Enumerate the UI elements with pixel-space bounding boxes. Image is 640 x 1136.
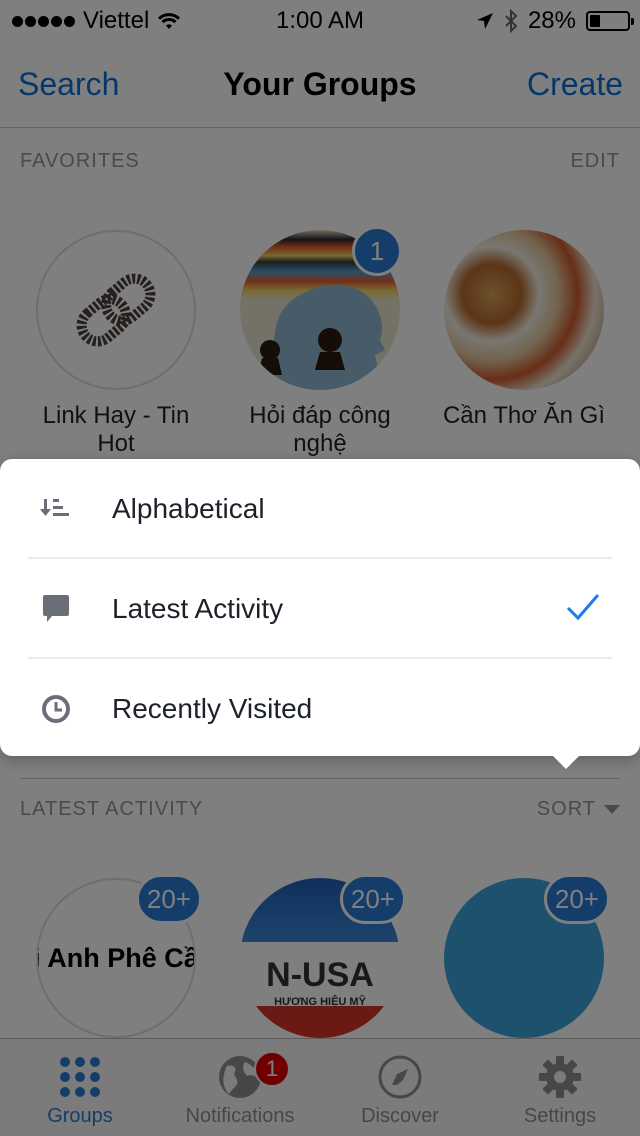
sort-option-latest-activity[interactable]: Latest Activity — [0, 559, 640, 659]
option-label: Latest Activity — [112, 593, 284, 624]
sort-option-alphabetical[interactable]: Alphabetical — [0, 459, 640, 559]
popover-arrow — [552, 755, 580, 769]
chat-bubble-icon — [38, 591, 74, 627]
option-label: Recently Visited — [112, 693, 313, 724]
clock-icon — [38, 691, 74, 727]
checkmark-icon — [566, 592, 600, 627]
sort-option-recently-visited[interactable]: Recently Visited — [0, 659, 640, 759]
option-label: Alphabetical — [112, 493, 265, 524]
sort-alpha-icon — [38, 491, 74, 527]
sort-menu-popover: Alphabetical Latest Activity Recently Vi… — [0, 459, 640, 769]
app-root: Viettel 1:00 AM 28% Search Your Groups C… — [0, 0, 640, 1136]
